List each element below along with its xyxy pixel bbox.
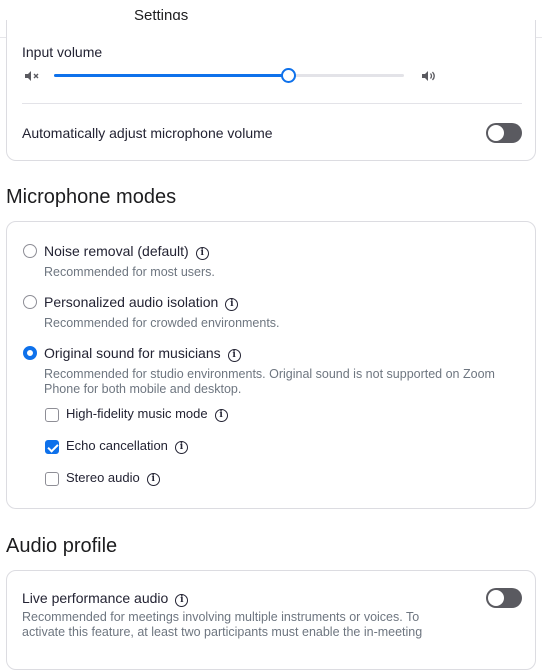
- input-volume-fill: [54, 74, 289, 77]
- echo-cancellation-label: Echo cancellation i: [66, 438, 188, 454]
- radio-noise-removal[interactable]: [23, 244, 37, 258]
- info-icon[interactable]: i: [227, 349, 241, 362]
- checkbox-stereo-audio[interactable]: [45, 472, 59, 486]
- microphone-modes-heading: Microphone modes: [6, 186, 177, 208]
- input-volume-thumb[interactable]: [281, 68, 296, 83]
- personalized-isolation-label: Personalized audio isolation i: [44, 294, 239, 311]
- info-icon[interactable]: i: [146, 473, 160, 486]
- auto-adjust-label: Automatically adjust microphone volume: [22, 125, 273, 141]
- info-icon[interactable]: i: [195, 247, 209, 260]
- info-icon[interactable]: i: [214, 409, 228, 422]
- info-icon[interactable]: i: [175, 594, 189, 607]
- checkbox-high-fidelity[interactable]: [45, 408, 59, 422]
- personalized-isolation-desc: Recommended for crowded environments.: [44, 316, 280, 330]
- auto-adjust-toggle[interactable]: [486, 123, 522, 143]
- info-icon[interactable]: i: [174, 441, 188, 454]
- speaker-loud-icon: [421, 69, 437, 81]
- input-volume-label: Input volume: [22, 44, 103, 60]
- info-icon[interactable]: i: [225, 298, 239, 311]
- radio-original-sound[interactable]: [23, 346, 37, 360]
- original-sound-label: Original sound for musicians i: [44, 345, 241, 362]
- live-performance-desc: Recommended for meetings involving multi…: [22, 610, 423, 639]
- audio-profile-heading: Audio profile: [6, 535, 118, 557]
- stereo-audio-label: Stereo audio i: [66, 470, 160, 486]
- original-sound-desc: Recommended for studio environments. Ori…: [44, 367, 495, 396]
- input-volume-slider[interactable]: [54, 68, 404, 83]
- speaker-mute-icon: [24, 69, 40, 81]
- checkbox-echo-cancellation[interactable]: [45, 440, 59, 454]
- noise-removal-label: Noise removal (default) i: [44, 243, 209, 260]
- high-fidelity-label: High-fidelity music mode i: [66, 406, 228, 422]
- live-performance-label: Live performance audio i: [22, 590, 189, 607]
- divider: [22, 103, 522, 104]
- noise-removal-desc: Recommended for most users.: [44, 265, 215, 279]
- radio-personalized-isolation[interactable]: [23, 295, 37, 309]
- live-performance-toggle[interactable]: [486, 588, 522, 608]
